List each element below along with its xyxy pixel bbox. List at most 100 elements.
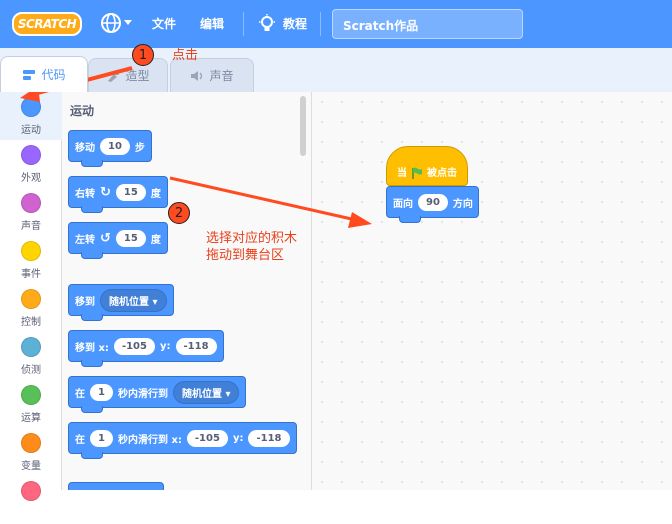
block-label: y: <box>159 340 171 352</box>
palette-scrollbar[interactable] <box>300 96 306 156</box>
rotate-right-icon: ↻ <box>100 184 111 200</box>
category-operators[interactable]: 运算 <box>0 380 62 428</box>
category-dot <box>21 385 41 405</box>
block-label: 秒内滑行到 x: <box>117 434 182 446</box>
category-sound[interactable]: 声音 <box>0 188 62 236</box>
direction-input[interactable]: 90 <box>418 193 448 211</box>
palette-heading: 运动 <box>70 104 95 118</box>
tutorials-menu[interactable]: 教程 <box>283 15 307 32</box>
step-2-marker: 2 <box>168 202 190 224</box>
step-2-text-line1: 选择对应的积木 <box>206 231 298 246</box>
category-dot <box>21 481 41 501</box>
block-label: 被点击 <box>427 168 457 179</box>
tab-label: 声音 <box>209 69 234 83</box>
degrees-input[interactable]: 15 <box>115 183 146 201</box>
category-dot <box>21 97 41 117</box>
category-sensing[interactable]: 侦测 <box>0 332 62 380</box>
block-label: 右转 <box>75 188 95 200</box>
lightbulb-icon[interactable] <box>258 14 276 34</box>
block-label: 移到 x: <box>75 342 109 354</box>
chevron-down-icon[interactable] <box>124 20 132 25</box>
category-label: 声音 <box>21 221 41 232</box>
category-motion[interactable]: 运动 <box>0 92 62 140</box>
category-dot <box>21 337 41 357</box>
step-2-text-line2: 拖动到舞台区 <box>206 248 285 263</box>
costume-brush-icon <box>108 69 120 82</box>
code-icon <box>23 69 36 80</box>
globe-icon[interactable] <box>100 12 122 34</box>
block-label: 当 <box>397 168 407 179</box>
category-label: 运算 <box>21 413 41 424</box>
block-label: 步 <box>134 142 145 154</box>
block-label: 秒内滑行到 <box>117 388 168 400</box>
tab-costumes[interactable]: 造型 <box>88 58 168 92</box>
steps-input[interactable]: 10 <box>100 137 130 155</box>
block-turn-right[interactable]: 右转 ↻ 15 度 <box>68 176 168 213</box>
block-label: 左转 <box>75 234 95 246</box>
block-glide-xy[interactable]: 在 1 秒内滑行到 x: -105 y: -118 <box>68 422 297 459</box>
category-label: 侦测 <box>21 365 41 376</box>
scratch-logo[interactable]: SCRATCH <box>12 12 82 36</box>
edit-menu[interactable]: 编辑 <box>200 15 224 32</box>
block-label: 度 <box>150 234 161 246</box>
green-flag-icon <box>412 167 422 179</box>
step-1-text: 点击 <box>172 48 199 63</box>
y-input[interactable]: -118 <box>175 337 217 355</box>
category-dot <box>21 193 41 213</box>
speaker-icon <box>191 70 203 81</box>
category-menu: 运动 外观 声音 事件 控制 侦测 运算 变量 <box>0 92 62 501</box>
menu-divider <box>320 12 321 36</box>
block-label: 移到 <box>75 296 95 308</box>
category-variables[interactable]: 变量 <box>0 428 62 476</box>
tab-label: 代码 <box>41 68 66 82</box>
category-label: 运动 <box>21 125 41 136</box>
category-dot <box>21 289 41 309</box>
menu-divider <box>243 12 244 36</box>
category-dot <box>21 433 41 453</box>
dropdown-value: 随机位置 <box>109 296 149 308</box>
block-label: 移动 <box>75 142 95 154</box>
y-input[interactable]: -118 <box>248 429 290 447</box>
block-label: 度 <box>150 188 161 200</box>
block-label: 在 <box>75 388 85 400</box>
block-palette: 运动 移动 10 步 右转 ↻ 15 度 左转 ↺ 15 度 移到 随机位置 ▾… <box>62 92 312 490</box>
dropdown-value: 随机位置 <box>181 388 222 400</box>
tab-label: 造型 <box>125 69 150 83</box>
x-input[interactable]: -105 <box>186 429 228 447</box>
block-partial[interactable] <box>68 482 164 490</box>
tab-code[interactable]: 代码 <box>0 56 88 92</box>
rotate-left-icon: ↺ <box>100 230 111 246</box>
category-myblocks[interactable] <box>0 476 62 524</box>
category-label: 事件 <box>21 269 41 280</box>
target-dropdown[interactable]: 随机位置 ▾ <box>172 380 240 404</box>
category-label: 变量 <box>21 461 41 472</box>
block-goto-xy[interactable]: 移到 x: -105 y: -118 <box>68 330 224 367</box>
block-label: 在 <box>75 434 85 446</box>
block-label: 面向 <box>393 198 413 210</box>
secs-input[interactable]: 1 <box>90 383 113 401</box>
category-looks[interactable]: 外观 <box>0 140 62 188</box>
category-dot <box>21 241 41 261</box>
category-label: 外观 <box>21 173 41 184</box>
script-workspace[interactable] <box>312 92 672 490</box>
target-dropdown[interactable]: 随机位置 ▾ <box>100 288 167 312</box>
block-label: 方向 <box>452 198 473 210</box>
file-menu[interactable]: 文件 <box>152 15 176 32</box>
category-control[interactable]: 控制 <box>0 284 62 332</box>
block-turn-left[interactable]: 左转 ↺ 15 度 <box>68 222 168 259</box>
secs-input[interactable]: 1 <box>90 429 113 447</box>
block-goto[interactable]: 移到 随机位置 ▾ <box>68 284 174 321</box>
block-glide-to[interactable]: 在 1 秒内滑行到 随机位置 ▾ <box>68 376 247 413</box>
category-dot <box>21 145 41 165</box>
editor-tabs: 代码 造型 声音 <box>0 48 672 92</box>
block-label: y: <box>232 432 244 444</box>
when-flag-clicked-block[interactable]: 当 被点击 <box>386 146 468 186</box>
category-label: 控制 <box>21 317 41 328</box>
degrees-input[interactable]: 15 <box>115 229 146 247</box>
x-input[interactable]: -105 <box>113 337 155 355</box>
block-move-steps[interactable]: 移动 10 步 <box>68 130 152 167</box>
point-in-direction-block[interactable]: 面向 90 方向 <box>386 186 479 223</box>
step-1-marker: 1 <box>132 44 154 66</box>
project-title-input[interactable]: Scratch作品 <box>332 9 523 39</box>
category-events[interactable]: 事件 <box>0 236 62 284</box>
